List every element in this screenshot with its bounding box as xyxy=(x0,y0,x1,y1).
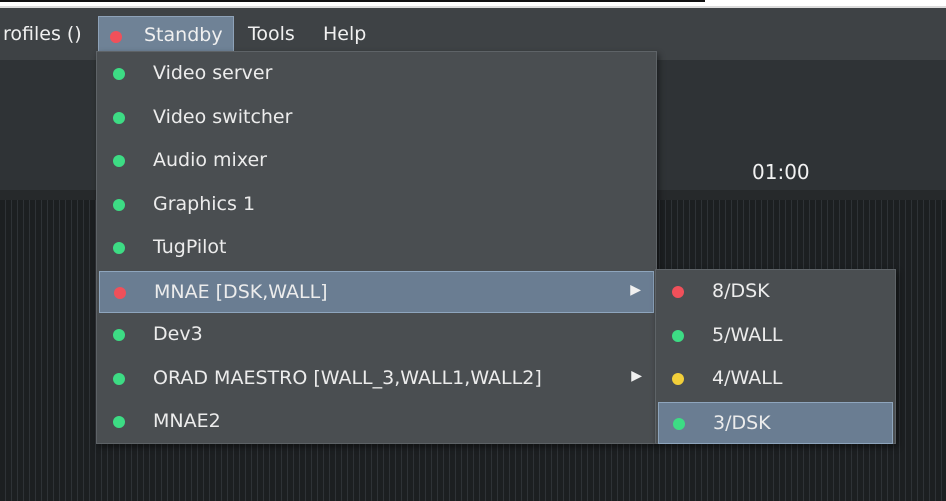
status-dot-red xyxy=(672,286,684,298)
standby-item-graphics-1[interactable]: Graphics 1 xyxy=(99,184,654,226)
standby-item-mnae2[interactable]: MNAE2 xyxy=(99,401,654,443)
menu-standby[interactable]: Standby xyxy=(98,16,234,52)
standby-item-label: Dev3 xyxy=(153,323,203,345)
menu-profiles[interactable]: rofiles () xyxy=(3,16,82,52)
standby-item-dev3[interactable]: Dev3 xyxy=(99,314,654,356)
mnae-item-label: 5/WALL xyxy=(712,323,783,346)
mnae-submenu: 8/DSK 5/WALL 4/WALL 3/DSK xyxy=(655,269,896,444)
status-dot-green xyxy=(113,68,125,80)
status-dot-green xyxy=(673,417,685,430)
standby-item-video-server[interactable]: Video server xyxy=(99,53,654,95)
status-dot-green xyxy=(113,416,125,428)
status-dot-green xyxy=(672,329,684,342)
standby-item-label: Audio mixer xyxy=(153,149,267,171)
mnae-item-label: 3/DSK xyxy=(713,411,771,434)
standby-item-label: TugPilot xyxy=(153,236,227,258)
window-top-line xyxy=(0,0,705,2)
status-dot-green xyxy=(113,329,125,341)
status-dot-yellow xyxy=(672,373,684,385)
timecode-display: 01:00 xyxy=(752,160,810,184)
standby-item-label: Video server xyxy=(153,62,273,84)
standby-item-label: Graphics 1 xyxy=(153,192,256,215)
menu-tools[interactable]: Tools xyxy=(248,16,295,52)
mnae-item-3-dsk[interactable]: 3/DSK xyxy=(658,401,893,444)
status-dot-green xyxy=(113,155,125,167)
standby-item-audio-mixer[interactable]: Audio mixer xyxy=(99,140,654,182)
status-dot-green xyxy=(113,111,125,124)
standby-item-video-switcher[interactable]: Video switcher xyxy=(99,97,654,139)
standby-status-dot xyxy=(110,31,122,43)
status-dot-green xyxy=(113,242,125,254)
standby-item-label: Video switcher xyxy=(153,105,293,128)
submenu-arrow-icon: ▶ xyxy=(630,281,641,298)
standby-dropdown-menu: Video server Video switcher Audio mixer Gra… xyxy=(96,51,657,444)
standby-item-label: MNAE2 xyxy=(153,410,221,432)
menu-standby-label: Standby xyxy=(144,24,223,46)
submenu-arrow-icon: ▶ xyxy=(631,367,642,384)
standby-item-label: MNAE [DSK,WALL] xyxy=(154,280,328,303)
standby-item-mnae-dsk-wall[interactable]: MNAE [DSK,WALL] ▶ xyxy=(99,270,654,313)
standby-item-orad-maestro-wall-3-wall1-wall2[interactable]: ORAD MAESTRO [WALL_3,WALL1,WALL2] ▶ xyxy=(99,358,654,400)
standby-item-label: ORAD MAESTRO [WALL_3,WALL1,WALL2] xyxy=(153,366,542,389)
status-dot-red xyxy=(114,286,126,299)
standby-item-tugpilot[interactable]: TugPilot xyxy=(99,227,654,269)
status-dot-green xyxy=(113,198,125,211)
menu-help[interactable]: Help xyxy=(323,16,366,52)
mnae-item-label: 4/WALL xyxy=(712,367,783,389)
mnae-item-5-wall[interactable]: 5/WALL xyxy=(658,315,893,357)
mnae-item-4-wall[interactable]: 4/WALL xyxy=(658,358,893,400)
status-dot-green xyxy=(113,372,125,385)
mnae-item-8-dsk[interactable]: 8/DSK xyxy=(658,271,893,313)
mnae-item-label: 8/DSK xyxy=(712,280,770,302)
